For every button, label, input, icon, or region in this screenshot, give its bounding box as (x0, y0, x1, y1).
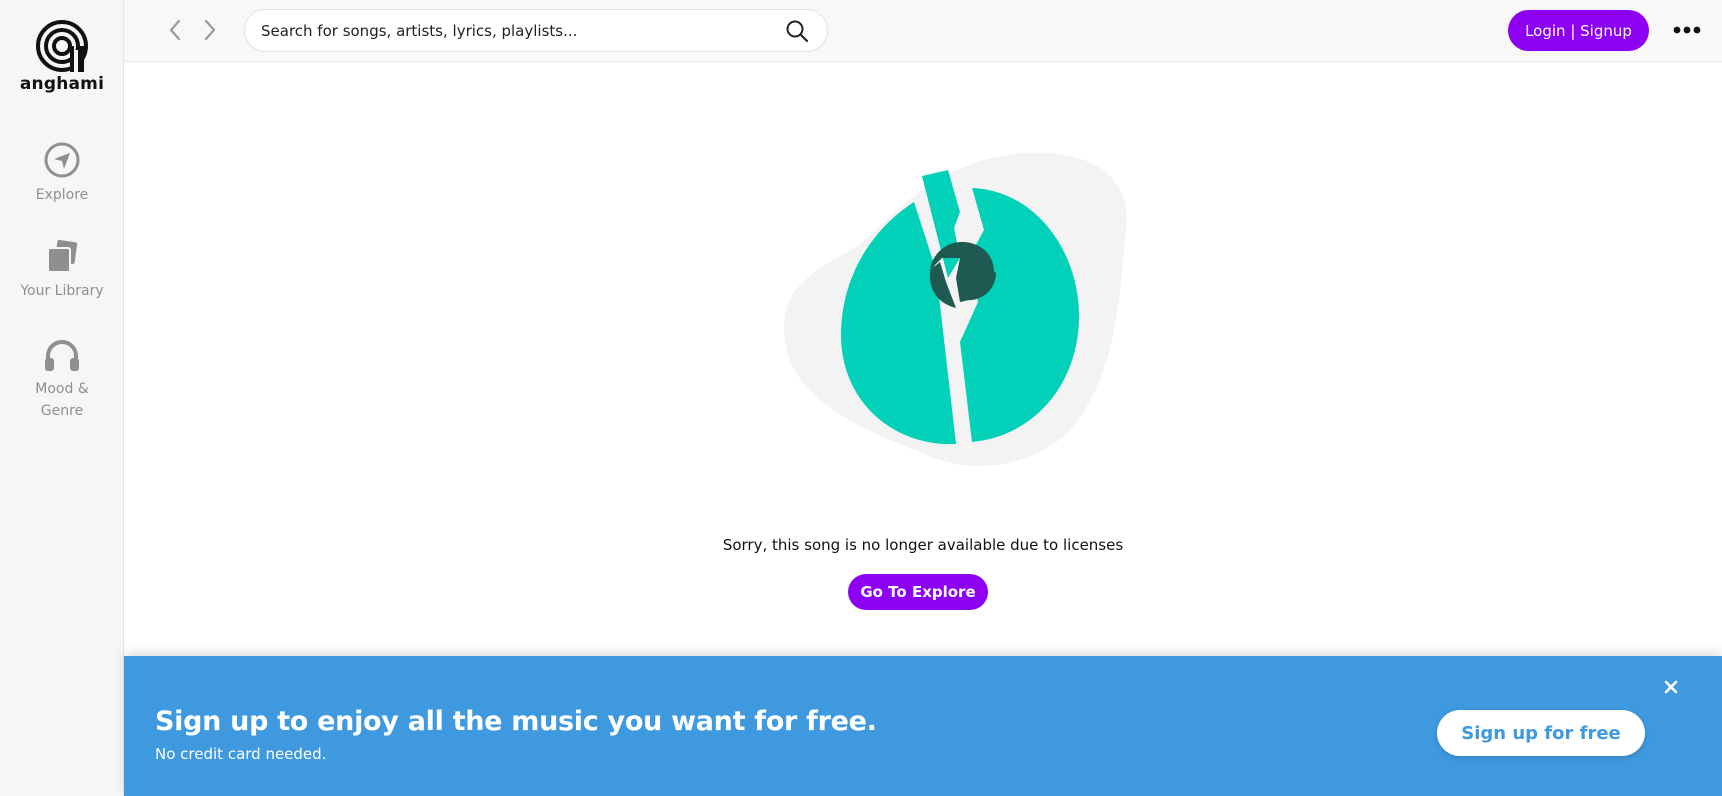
forward-button[interactable] (199, 17, 221, 43)
broken-disc-icon (784, 152, 1127, 466)
chevron-left-icon (169, 19, 181, 41)
banner-close-button[interactable] (1660, 676, 1682, 698)
signup-banner: Sign up to enjoy all the music you want … (124, 656, 1722, 796)
sidebar-item-label: Your Library (20, 283, 104, 299)
sidebar-item-explore[interactable]: Explore (0, 142, 124, 206)
headphones-icon (45, 340, 79, 371)
banner-subtitle: No credit card needed. (155, 745, 327, 763)
login-signup-button[interactable]: Login | Signup (1508, 10, 1649, 51)
more-dots-icon (1673, 26, 1701, 34)
main-content: Sorry, this song is no longer available … (124, 62, 1722, 662)
anghami-logo-icon (36, 20, 88, 72)
unavailable-message: Sorry, this song is no longer available … (722, 536, 1124, 554)
sidebar-item-label-line2: Genre (40, 403, 84, 419)
logo[interactable]: anghami (0, 20, 124, 94)
sidebar-item-mood-genre[interactable]: Mood & Genre (0, 338, 124, 422)
search-input[interactable] (261, 10, 781, 51)
sidebar: anghami Explore Your Library Mood & Genr… (0, 0, 124, 796)
sign-up-for-free-button[interactable]: Sign up for free (1437, 710, 1645, 756)
top-bar: Login | Signup (124, 0, 1722, 62)
broken-disc-illustration (724, 152, 1244, 516)
library-icon (47, 240, 78, 273)
go-to-explore-button[interactable]: Go To Explore (848, 574, 988, 610)
sidebar-item-label: Explore (35, 187, 89, 203)
search-icon[interactable] (785, 19, 809, 47)
sidebar-item-label: Mood & (35, 381, 89, 397)
close-icon (1664, 680, 1678, 694)
banner-title: Sign up to enjoy all the music you want … (155, 706, 877, 737)
chevron-right-icon (204, 19, 216, 41)
more-options-button[interactable] (1672, 20, 1702, 40)
search-bar (244, 9, 828, 52)
explore-icon (44, 142, 80, 178)
sidebar-item-your-library[interactable]: Your Library (0, 240, 124, 302)
logo-text: anghami (19, 74, 105, 94)
back-button[interactable] (164, 17, 186, 43)
